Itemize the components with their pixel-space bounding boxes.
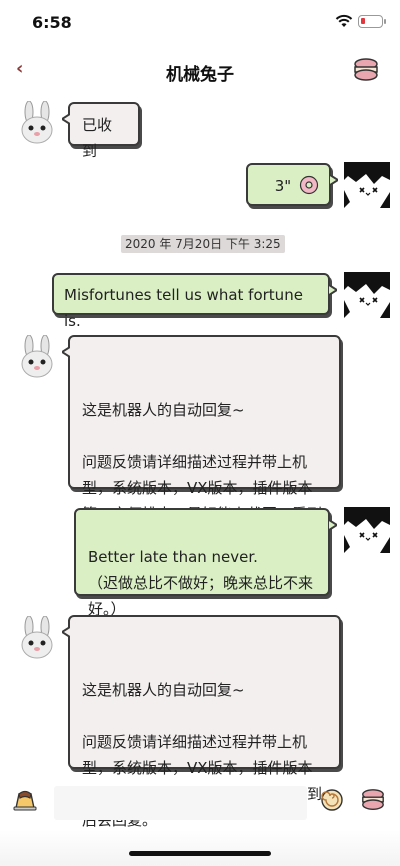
bubble-tail xyxy=(62,114,70,124)
message-input[interactable] xyxy=(54,786,307,820)
user-avatar[interactable] xyxy=(344,272,390,318)
donut-icon xyxy=(299,175,319,195)
bubble-tail xyxy=(329,285,337,295)
user-avatar[interactable] xyxy=(344,162,390,208)
message-bubble[interactable]: 已收到 xyxy=(62,102,140,160)
battery-icon xyxy=(358,15,386,28)
nav-bar: ‹ 机械兔子 xyxy=(0,52,400,92)
bubble-tail xyxy=(330,175,338,185)
chat-title: 机械兔子 xyxy=(166,65,234,85)
status-time: 6:58 xyxy=(32,13,72,32)
bubble-tail xyxy=(62,347,70,357)
message-bubble[interactable]: Better late than never. （迟做总比不做好；晚来总比不来好… xyxy=(74,508,337,618)
message-timestamp: 2020 年 7月20日 下午 3:25 xyxy=(121,235,285,253)
bubble-tail xyxy=(329,520,337,530)
rabbit-avatar[interactable] xyxy=(14,335,60,381)
rabbit-avatar[interactable] xyxy=(14,616,60,662)
message-text: 已收到 xyxy=(82,116,113,160)
message-text: Misfortunes tell us what fortune is. xyxy=(64,286,303,330)
cake-roll-icon[interactable] xyxy=(320,788,344,812)
message-bubble[interactable]: 这是机器人的自动回复~ 问题反馈请详细描述过程并带上机型，系统版本，VX版本，插… xyxy=(62,615,341,829)
home-indicator[interactable] xyxy=(129,851,271,856)
user-avatar[interactable] xyxy=(344,507,390,553)
pudding-icon[interactable] xyxy=(12,788,38,812)
rabbit-avatar[interactable] xyxy=(14,101,60,147)
bottom-safe-area xyxy=(0,830,400,866)
message-text: 3" xyxy=(274,177,292,195)
status-bar: 6:58 xyxy=(0,0,400,44)
bubble-tail xyxy=(62,627,70,637)
wifi-icon xyxy=(335,14,353,27)
message-bubble[interactable]: 这是机器人的自动回复~ 问题反馈请详细描述过程并带上机型，系统版本，VX版本，插… xyxy=(62,335,341,549)
message-bubble[interactable]: 3" xyxy=(246,163,338,206)
macaron-icon[interactable] xyxy=(352,58,380,82)
message-text: Better late than never. （迟做总比不做好；晚来总比不来好… xyxy=(88,548,314,618)
message-bubble[interactable]: Misfortunes tell us what fortune is. xyxy=(52,273,337,330)
macaron-icon[interactable] xyxy=(360,788,386,812)
input-bar xyxy=(0,780,400,830)
